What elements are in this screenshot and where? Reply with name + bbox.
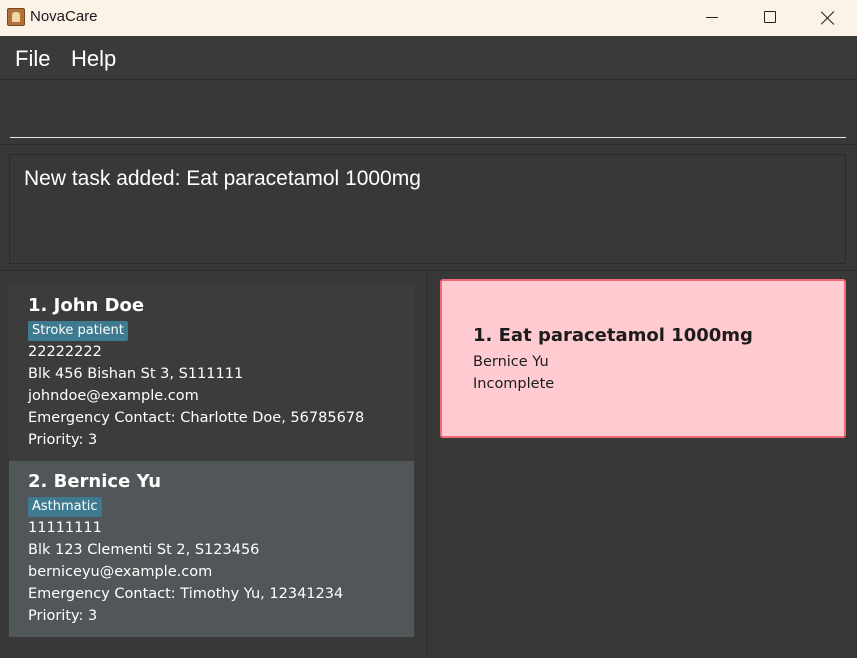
task-person: Bernice Yu [473,354,549,370]
menu-file[interactable]: File [15,46,50,72]
close-icon [821,11,835,25]
maximize-icon [764,11,776,23]
person-phone: 11111111 [28,520,102,536]
minimize-button[interactable] [683,0,741,36]
person-tag: Stroke patient [28,321,128,341]
result-message: New task added: Eat paracetamol 1000mg [24,167,421,190]
person-card-selected[interactable]: 2. Bernice Yu Asthmatic 11111111 Blk 123… [9,461,414,637]
result-display[interactable]: New task added: Eat paracetamol 1000mg [9,154,846,264]
person-name: 2. Bernice Yu [28,471,162,492]
maximize-button[interactable] [741,0,799,36]
person-email: johndoe@example.com [28,388,199,404]
close-button[interactable] [799,0,857,36]
menu-help[interactable]: Help [71,46,116,72]
window-title: NovaCare [30,8,98,25]
person-email: berniceyu@example.com [28,564,213,580]
person-name: 1. John Doe [28,295,145,316]
person-priority: Priority: 3 [28,432,98,448]
command-box [0,81,857,145]
person-tag: Asthmatic [28,497,102,517]
task-title: 1. Eat paracetamol 1000mg [473,325,753,346]
address-book-icon [7,8,25,26]
task-card[interactable]: 1. Eat paracetamol 1000mg Bernice Yu Inc… [440,279,846,438]
person-priority: Priority: 3 [28,608,98,624]
person-emergency-contact: Emergency Contact: Charlotte Doe, 567856… [28,410,365,426]
title-bar: NovaCare [0,0,857,36]
menu-bar: File Help [0,36,857,80]
person-emergency-contact: Emergency Contact: Timothy Yu, 12341234 [28,586,344,602]
person-phone: 22222222 [28,344,102,360]
panel-divider[interactable] [427,272,428,658]
person-address: Blk 456 Bishan St 3, S111111 [28,366,244,382]
person-card[interactable]: 1. John Doe Stroke patient 22222222 Blk … [9,285,414,461]
task-status: Incomplete [473,376,555,392]
command-input[interactable] [10,81,846,138]
person-address: Blk 123 Clementi St 2, S123456 [28,542,260,558]
minimize-icon [706,17,718,18]
